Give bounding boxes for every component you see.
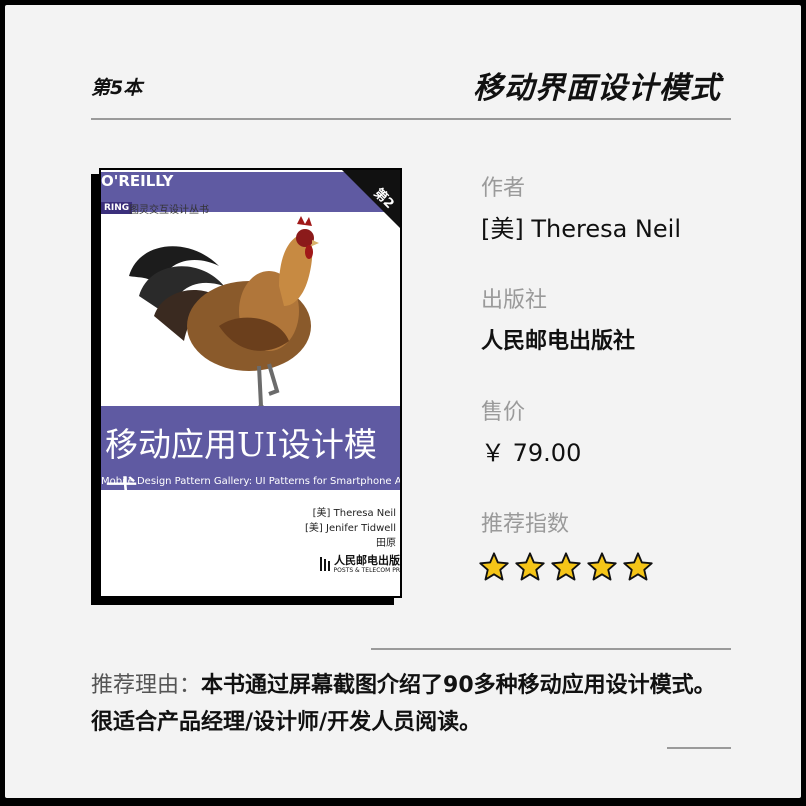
page-title: 移动界面设计模式 (473, 71, 721, 106)
rating-stars (478, 551, 654, 583)
book-cover: O'REILLY 第2 RING 图灵交互设计丛书 移动应用UI设计模式 Mob… (91, 168, 403, 605)
cover-author-2: [美] Jenifer Tidwell (305, 523, 396, 534)
cover-title: 移动应用UI设计模式 (105, 425, 377, 512)
price-value: ￥ 79.00 (481, 439, 582, 467)
top-divider (91, 118, 731, 120)
author-value: [美] Theresa Neil (481, 215, 681, 243)
publisher-value: 人民邮电出版社 (481, 329, 636, 354)
star-icon (587, 552, 617, 581)
cover-translator: 田原 (376, 538, 396, 549)
cover-subtitle: Mobile Design Pattern Gallery: UI Patter… (101, 476, 402, 487)
star-icon (623, 552, 653, 581)
cover-series-tag: RING (101, 202, 133, 214)
rating-label: 推荐指数 (481, 512, 570, 537)
publisher-logo-icon (320, 557, 330, 571)
cover-title-band: 移动应用UI设计模式 Mobile Design Pattern Gallery… (101, 406, 402, 512)
rank-label: 第5本 (91, 77, 143, 99)
recommendation-reason: 推荐理由：本书通过屏幕截图介绍了90多种移动应用设计模式。很适合产品经理/设计师… (91, 667, 736, 741)
cover-author-1: [美] Theresa Neil (312, 508, 396, 519)
cover-series-text: 图灵交互设计丛书 (129, 205, 209, 216)
book-card: 第5本 移动界面设计模式 O'REILLY 第2 RING 图灵交互设计丛书 移… (5, 5, 801, 798)
cover-brand: O'REILLY (101, 172, 174, 190)
rooster-illustration (129, 216, 319, 418)
cover-authors: [美] Theresa Neil [美] Jenifer Tidwell 田原 (305, 506, 396, 551)
star-icon (479, 552, 509, 581)
cover-image: O'REILLY 第2 RING 图灵交互设计丛书 移动应用UI设计模式 Mob… (99, 168, 402, 598)
bottom-divider (667, 747, 731, 749)
reason-label: 推荐理由： (91, 673, 202, 698)
star-icon (551, 552, 581, 581)
middle-divider (371, 648, 731, 650)
price-label: 售价 (481, 400, 526, 425)
cover-publisher: 人民邮电出版 (334, 554, 400, 567)
publisher-label: 出版社 (481, 288, 548, 313)
cover-publisher-en: POSTS & TELECOM PR (333, 567, 401, 574)
author-label: 作者 (481, 176, 526, 201)
star-icon (515, 552, 545, 581)
